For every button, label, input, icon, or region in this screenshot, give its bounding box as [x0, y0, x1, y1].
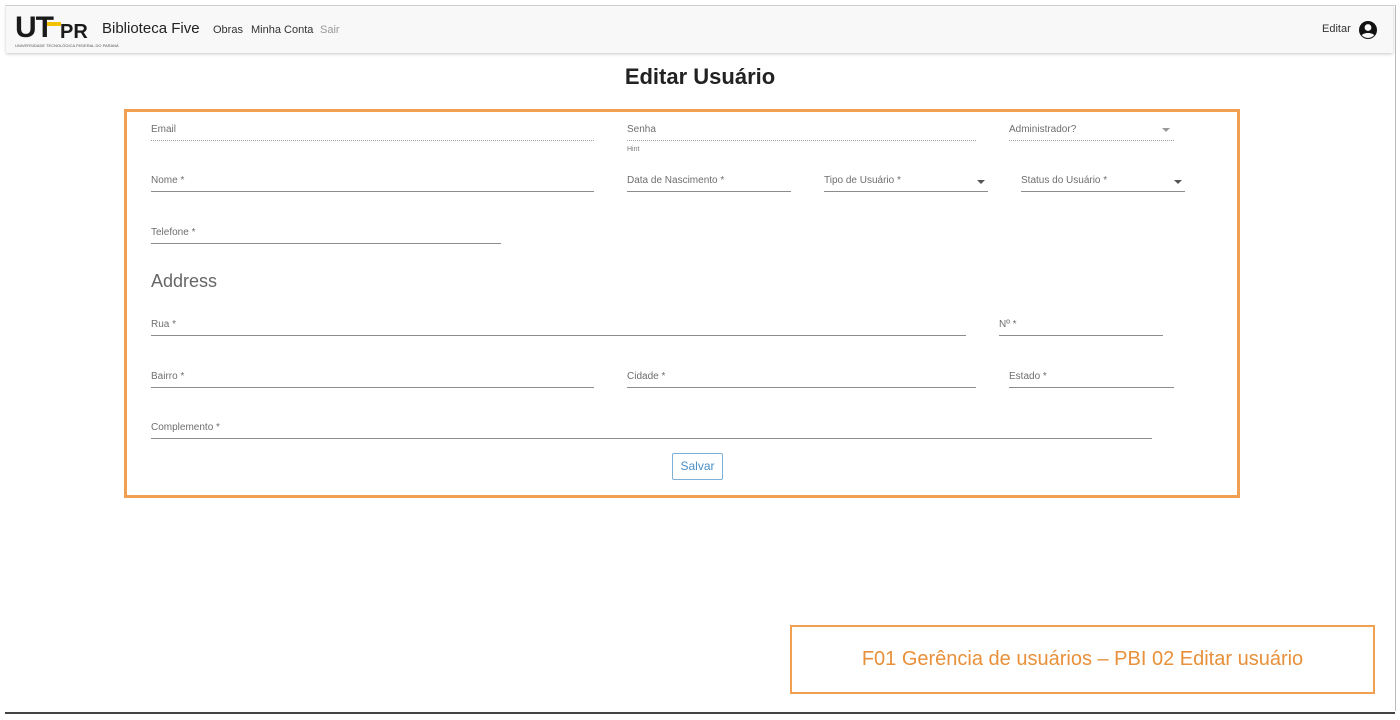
tipo-usuario-label: Tipo de Usuário * [824, 175, 901, 186]
nav-link-minha-conta[interactable]: Minha Conta [251, 24, 313, 36]
frame-bottom-line [5, 712, 1395, 714]
logo-accent-bar [47, 22, 61, 26]
bairro-underline [151, 387, 594, 388]
numero-field[interactable]: Nº * [999, 319, 1163, 337]
data-nascimento-label: Data de Nascimento * [627, 175, 725, 186]
cidade-field[interactable]: Cidade * [627, 371, 976, 389]
complemento-label: Complemento * [151, 422, 220, 433]
rua-field[interactable]: Rua * [151, 319, 966, 337]
complemento-field[interactable]: Complemento * [151, 422, 1152, 440]
logo-mark-ut: UT [15, 11, 54, 44]
nav-link-sair[interactable]: Sair [320, 24, 340, 36]
email-underline [151, 140, 594, 141]
estado-label: Estado * [1009, 371, 1047, 382]
email-label: Email [151, 124, 177, 135]
bairro-field[interactable]: Bairro * [151, 371, 594, 389]
rua-underline [151, 335, 966, 336]
data-nascimento-underline [627, 191, 791, 192]
data-nascimento-field[interactable]: Data de Nascimento * [627, 175, 791, 193]
chevron-down-icon [1162, 128, 1170, 132]
navbar: UT PR UNIVERSIDADE TECNOLÓGICA FEDERAL D… [6, 6, 1393, 53]
estado-underline [1009, 387, 1174, 388]
telefone-field[interactable]: Telefone * [151, 227, 501, 245]
status-usuario-select[interactable]: Status do Usuário * [1021, 175, 1185, 193]
estado-field[interactable]: Estado * [1009, 371, 1174, 389]
email-field[interactable]: Email [151, 124, 594, 142]
utfpr-logo[interactable]: UT PR UNIVERSIDADE TECNOLÓGICA FEDERAL D… [15, 11, 119, 50]
senha-hint: Hint [627, 146, 640, 153]
administrador-select[interactable]: Administrador? [1009, 124, 1174, 142]
nav-link-editar[interactable]: Editar [1322, 23, 1351, 35]
chevron-down-icon [1174, 180, 1182, 184]
bairro-label: Bairro * [151, 371, 185, 382]
account-circle-icon[interactable] [1358, 20, 1378, 40]
cidade-underline [627, 387, 976, 388]
nome-underline [151, 191, 594, 192]
logo-subtitle: UNIVERSIDADE TECNOLÓGICA FEDERAL DO PARA… [15, 43, 119, 48]
status-usuario-label: Status do Usuário * [1021, 175, 1108, 186]
brand-name[interactable]: Biblioteca Five [102, 20, 200, 37]
caption-text: F01 Gerência de usuários – PBI 02 Editar… [861, 648, 1304, 670]
page-title: Editar Usuário [624, 64, 776, 89]
rua-label: Rua * [151, 319, 177, 330]
numero-underline [999, 335, 1163, 336]
senha-underline [627, 140, 976, 141]
nome-field[interactable]: Nome * [151, 175, 594, 193]
caption-box: F01 Gerência de usuários – PBI 02 Editar… [790, 625, 1375, 694]
administrador-label: Administrador? [1009, 124, 1077, 135]
administrador-underline [1009, 140, 1174, 141]
logo-mark-pr: PR [60, 21, 88, 43]
senha-label: Senha [627, 124, 656, 135]
chevron-down-icon [977, 180, 985, 184]
telefone-underline [151, 243, 501, 244]
nome-label: Nome * [151, 175, 185, 186]
complemento-underline [151, 438, 1152, 439]
save-button[interactable]: Salvar [672, 453, 723, 480]
address-section-title: Address [151, 271, 218, 291]
senha-field[interactable]: Senha Hint [627, 124, 976, 154]
tipo-usuario-select[interactable]: Tipo de Usuário * [824, 175, 988, 193]
numero-label: Nº * [999, 319, 1017, 330]
nav-link-obras[interactable]: Obras [213, 24, 243, 36]
frame-right-line [1395, 5, 1396, 711]
tipo-usuario-underline [824, 191, 988, 192]
status-usuario-underline [1021, 191, 1185, 192]
cidade-label: Cidade * [627, 371, 666, 382]
telefone-label: Telefone * [151, 227, 196, 238]
